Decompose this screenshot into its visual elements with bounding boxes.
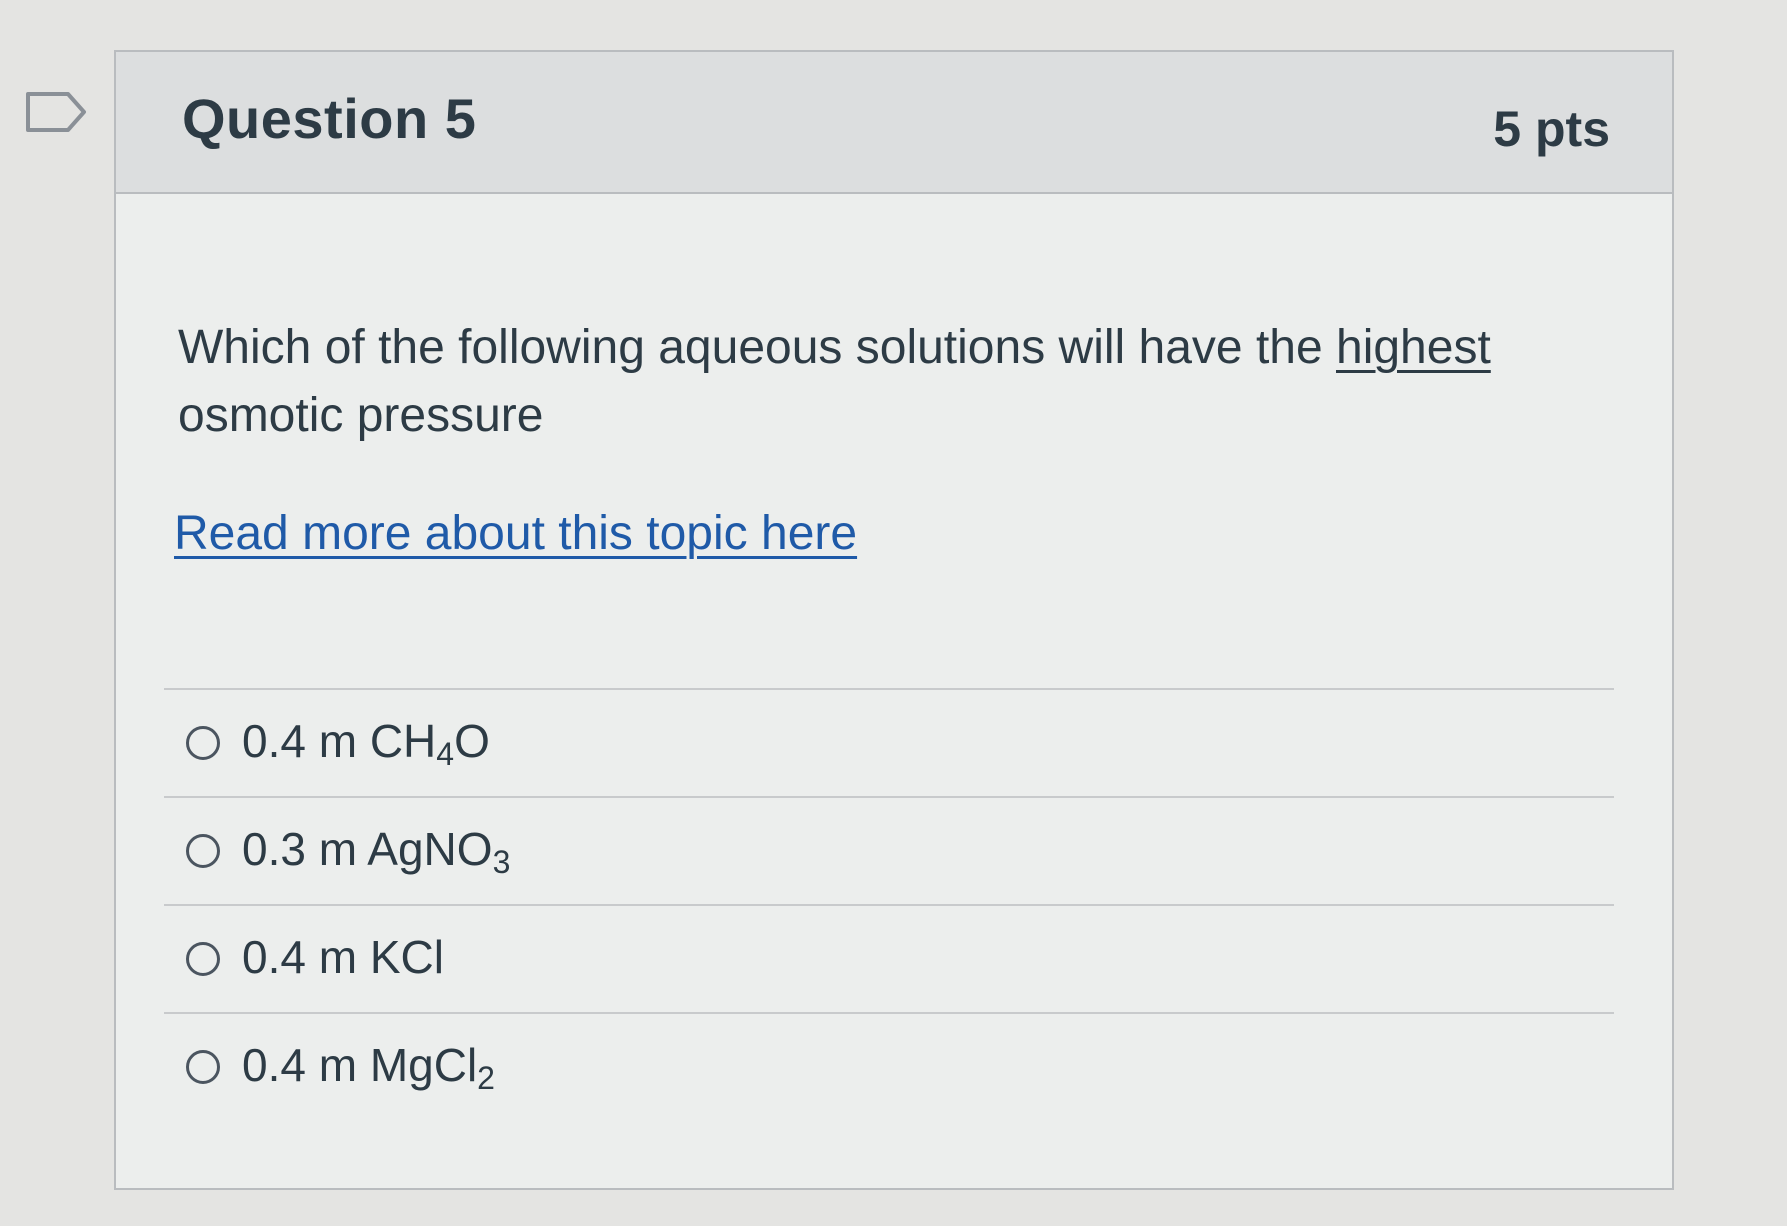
- question-text-start: Which of the following aqueous solutions…: [178, 321, 1336, 374]
- question-card: Question 5 5 pts Which of the following …: [114, 50, 1674, 1190]
- answer-text: 0.3 m AgNO: [242, 823, 493, 875]
- question-text-end: osmotic pressure: [178, 389, 544, 442]
- answer-option-4[interactable]: 0.4 m MgCl2: [164, 1012, 1614, 1120]
- question-text-emphasis: highest: [1336, 321, 1491, 374]
- answer-label[interactable]: 0.4 m MgCl2: [242, 1038, 495, 1094]
- radio-button[interactable]: [186, 834, 220, 868]
- radio-button[interactable]: [186, 726, 220, 760]
- answer-text: 0.4 m KCl: [242, 931, 444, 983]
- question-header: Question 5 5 pts: [116, 52, 1672, 194]
- answer-option-1[interactable]: 0.4 m CH4O: [164, 688, 1614, 796]
- answer-subscript: 3: [492, 844, 511, 880]
- answer-label[interactable]: 0.3 m AgNO3: [242, 822, 510, 878]
- answer-subscript: 4: [436, 736, 455, 772]
- answer-text-tail: O: [454, 715, 490, 767]
- answer-text: 0.4 m MgCl: [242, 1039, 478, 1091]
- answer-label[interactable]: 0.4 m CH4O: [242, 714, 490, 770]
- answer-label[interactable]: 0.4 m KCl: [242, 930, 444, 984]
- read-more-link[interactable]: Read more about this topic here: [174, 506, 857, 561]
- radio-button[interactable]: [186, 1050, 220, 1084]
- flag-question-icon[interactable]: [24, 90, 88, 134]
- answer-list: 0.4 m CH4O 0.3 m AgNO3 0.4 m KCl 0.4 m M…: [164, 688, 1614, 1120]
- question-points: 5 pts: [1493, 101, 1610, 157]
- question-title: Question 5: [182, 87, 477, 150]
- answer-text: 0.4 m CH: [242, 715, 437, 767]
- answer-option-2[interactable]: 0.3 m AgNO3: [164, 796, 1614, 904]
- radio-button[interactable]: [186, 942, 220, 976]
- question-text: Which of the following aqueous solutions…: [178, 314, 1598, 450]
- answer-option-3[interactable]: 0.4 m KCl: [164, 904, 1614, 1012]
- answer-subscript: 2: [477, 1060, 495, 1096]
